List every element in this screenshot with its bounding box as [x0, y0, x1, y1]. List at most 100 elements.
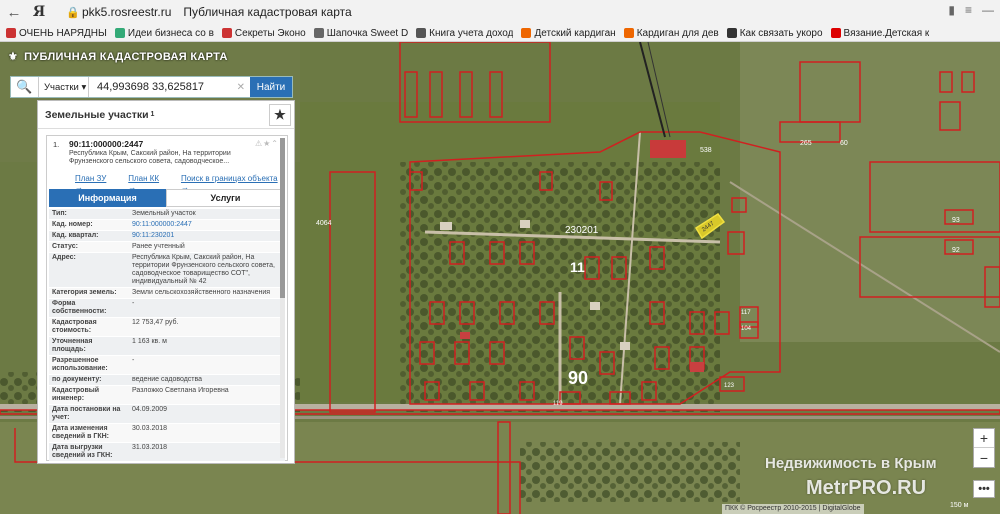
app-title: ⚜ ПУБЛИЧНАЯ КАДАСТРОВАЯ КАРТА [8, 50, 228, 64]
info-value: Ранее учтенный [132, 243, 185, 250]
info-row: Категория земель: Земли сельскохозяйствен… [49, 288, 285, 299]
map-label: 538 [700, 147, 712, 154]
info-row: Дата постановки на учет: 04.09.2009 [49, 405, 285, 424]
bookmark-label: Секреты Эконо [234, 27, 306, 39]
url-host: pkk5.rosreestr.ru [82, 5, 172, 19]
info-row: Разрешенное использование: - [49, 356, 285, 375]
info-key: Уточненная площадь: [52, 338, 93, 353]
panel-header: Земельные участки 1 ★ [38, 101, 294, 129]
search-icon[interactable]: 🔍 [11, 77, 39, 97]
info-value: 31.03.2018 [132, 444, 168, 451]
info-value: 04.09.2009 [132, 406, 168, 413]
bookmark-icon [623, 28, 634, 38]
bookmark-icon [221, 28, 232, 38]
info-row: по документу: ведение садоводства [49, 375, 285, 386]
link-plan-zu[interactable]: План ЗУ → [75, 174, 116, 192]
crest-icon: ⚜ [8, 51, 19, 63]
bookmark-item[interactable]: Секреты Эконо [221, 27, 306, 39]
scrollbar[interactable] [280, 138, 285, 458]
map-label: 123 [724, 383, 735, 389]
info-row: Кад. номер: 90:11:000000:2447 [49, 220, 285, 231]
zoom-out-button[interactable]: − [974, 448, 994, 467]
zoom-control: + − [973, 428, 995, 468]
bookmark-label: Шапочка Sweet D [326, 27, 409, 39]
link-plan-kk[interactable]: План КК → [128, 174, 169, 192]
map-label: 90 [568, 368, 588, 388]
info-value: - [132, 300, 135, 307]
object-cad-number: 90:11:000000:2447 [69, 139, 144, 149]
bookmark-item[interactable]: Идеи бизнеса со в [114, 28, 214, 39]
clear-icon[interactable]: ✕ [237, 82, 245, 93]
object-address: Республика Крым, Сакский район, На терри… [69, 150, 231, 165]
search-type-select[interactable]: Участки ▾ [39, 77, 89, 97]
info-key: Кад. квартал: [52, 232, 99, 239]
object-tools-icon[interactable]: ⚠★⌃ [255, 139, 279, 148]
watermark: MetrPRO.RU [806, 477, 927, 499]
search-button[interactable]: Найти [250, 77, 292, 97]
address-bar[interactable]: 🔒 pkk5.rosreestr.ru Публичная кадастрова… [66, 2, 936, 22]
favorite-star-icon[interactable]: ★ [269, 104, 291, 126]
info-row: Форма собственности: - [49, 299, 285, 318]
bookmark-item[interactable]: Как связать укоро [726, 28, 823, 39]
map-label: 11 [570, 259, 585, 275]
bookmark-item[interactable]: Детский кардиган [521, 27, 616, 39]
info-key: Категория земель: [52, 289, 117, 296]
search-input[interactable]: 44,993698 33,625817 ✕ [89, 77, 250, 97]
info-row: Тип: Земельный участок [49, 209, 285, 220]
bookmark-icon [521, 28, 532, 38]
bookmark-item[interactable]: Книга учета доход [416, 28, 513, 39]
info-value[interactable]: 90:11:000000:2447 [129, 220, 285, 230]
tab-services[interactable]: Услуги [166, 189, 285, 207]
more-button[interactable]: ••• [973, 480, 995, 498]
info-key: Кад. номер: [52, 221, 93, 228]
info-value: Разложко Светлана Игоревна [132, 387, 229, 394]
bookmark-item[interactable]: Кардиган для дев [623, 27, 719, 39]
bookmark-icon [6, 28, 16, 38]
bookmark-icon [726, 28, 737, 38]
bookmark-label: Детский кардиган [534, 27, 616, 39]
info-row: Кадастровая стоимость: 12 753,47 руб. [49, 318, 285, 337]
info-row: Статус: Ранее учтенный [49, 242, 285, 253]
bookmark-label: Кардиган для дев [636, 27, 719, 39]
map-label: 60 [840, 140, 848, 147]
watermark: Недвижимость в Крым [765, 455, 937, 472]
info-row: Дата изменения сведений в ГКН: 30.03.2018 [49, 424, 285, 443]
address-row: ← Я 🔒 pkk5.rosreestr.ru Публичная кадаст… [0, 0, 1000, 24]
link-search-in-bounds[interactable]: Поиск в границах объекта → [181, 174, 287, 192]
browser-logo[interactable]: Я [28, 4, 50, 20]
bookmark-icon [830, 28, 841, 38]
map-scale: 150 м [950, 502, 969, 509]
info-key: Кадастровая стоимость: [52, 319, 97, 334]
back-icon[interactable]: ← [0, 1, 28, 23]
map-label: 93 [952, 217, 960, 224]
info-row: Кад. квартал: 90:11:230201 [49, 231, 285, 242]
bookmarks-bar: ОЧЕНЬ НАРЯДНЫ Идеи бизнеса со в Секреты Эк… [0, 24, 1000, 42]
map-label: 265 [800, 140, 812, 147]
browser-chrome: ← Я 🔒 pkk5.rosreestr.ru Публичная кадаст… [0, 0, 1000, 42]
info-value: - [132, 357, 135, 364]
info-key: по документу: [52, 376, 102, 383]
info-key: Статус: [52, 243, 78, 250]
minimize-icon[interactable]: — [982, 3, 994, 17]
bookmark-item[interactable]: Шапочка Sweet D [313, 27, 409, 39]
info-value: 30.03.2018 [132, 425, 168, 432]
reader-icon[interactable]: ▮ [948, 3, 955, 17]
map-label: 230201 [565, 225, 599, 236]
zoom-in-button[interactable]: + [974, 429, 994, 448]
info-table: Тип: Земельный участок Кад. номер: 90:11:00… [49, 209, 285, 462]
tab-information[interactable]: Информация [49, 189, 166, 207]
info-key: Адрес: [52, 254, 76, 261]
info-key: Разрешенное использование: [52, 357, 108, 372]
info-value: Земельный участок [132, 210, 196, 217]
bookmark-item[interactable]: ОЧЕНЬ НАРЯДНЫ [6, 28, 107, 39]
info-value[interactable]: 90:11:230201 [129, 231, 285, 241]
info-key: Дата выгрузки сведений из ГКН: [52, 444, 113, 459]
info-tabs: Информация Услуги [49, 189, 285, 207]
object-summary[interactable]: 1. 90:11:000000:2447 Республика Крым, Са… [47, 136, 287, 174]
chevron-down-icon: ▾ [78, 81, 87, 93]
bookmark-item[interactable]: Вязание.Детская к [830, 28, 929, 39]
menu-icon[interactable]: ≡ [965, 3, 972, 17]
info-value: ведение садоводства [132, 376, 203, 383]
bookmark-icon [313, 28, 324, 38]
info-key: Кадастровый инженер: [52, 387, 100, 402]
